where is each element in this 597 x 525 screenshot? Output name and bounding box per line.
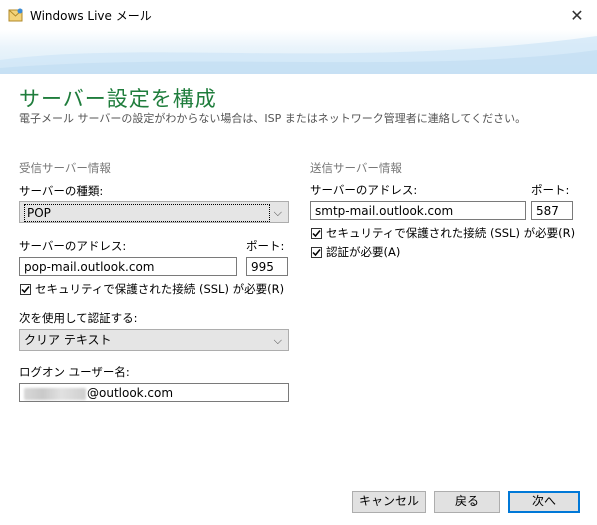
incoming-group-label: 受信サーバー情報 [19,161,111,175]
incoming-ssl-label: セキュリティで保護された接続 (SSL) が必要(R) [35,282,285,296]
auth-required-label: 認証が必要(A) [326,245,401,259]
page-title: サーバー設定を構成 [19,87,217,111]
window-title: Windows Live メール [30,9,152,23]
title-bar: Windows Live メール ✕ [0,0,597,30]
outgoing-address-label: サーバーのアドレス: [310,183,418,197]
close-icon: ✕ [570,5,584,25]
close-button[interactable]: ✕ [557,0,597,30]
page-subtitle: 電子メール サーバーの設定がわからない場合は、ISP またはネットワーク管理者に… [19,112,527,125]
checkbox-checked-icon [20,283,31,295]
auth-method-value: クリア テキスト [24,333,112,347]
redacted-username [24,387,86,400]
auth-required-checkbox[interactable]: 認証が必要(A) [311,244,400,260]
back-button[interactable]: 戻る [434,491,500,513]
outgoing-port-label: ポート: [531,183,570,197]
logon-username-input[interactable]: @outlook.com [19,383,289,402]
header-banner [0,30,597,74]
incoming-ssl-checkbox[interactable]: セキュリティで保護された接続 (SSL) が必要(R) [20,281,284,297]
chevron-down-icon: ⌵ [273,206,282,219]
cancel-button[interactable]: キャンセル [352,491,426,513]
dialog-window: Windows Live メール ✕ サーバー設定を構成 電子メール サーバーの… [0,0,597,525]
windows-live-mail-icon [8,7,24,23]
next-button[interactable]: 次へ [508,491,580,513]
auth-method-select[interactable]: クリア テキスト ⌵ [19,329,289,351]
outgoing-port-input[interactable]: 587 [531,201,573,220]
incoming-address-label: サーバーのアドレス: [19,239,127,253]
server-type-label: サーバーの種類: [19,184,104,198]
incoming-address-input[interactable]: pop-mail.outlook.com [19,257,237,276]
incoming-port-label: ポート: [246,239,285,253]
server-type-value: POP [24,204,270,222]
logon-username-value: @outlook.com [87,386,174,400]
incoming-port-input[interactable]: 995 [246,257,288,276]
auth-method-label: 次を使用して認証する: [19,311,138,325]
server-type-select[interactable]: POP ⌵ [19,201,289,223]
outgoing-address-input[interactable]: smtp-mail.outlook.com [310,201,526,220]
checkbox-checked-icon [311,246,322,258]
checkbox-checked-icon [311,227,322,239]
chevron-down-icon: ⌵ [273,334,282,347]
logon-username-label: ログオン ユーザー名: [19,365,130,379]
outgoing-group-label: 送信サーバー情報 [310,161,402,175]
outgoing-ssl-checkbox[interactable]: セキュリティで保護された接続 (SSL) が必要(R) [311,225,575,241]
outgoing-ssl-label: セキュリティで保護された接続 (SSL) が必要(R) [326,226,576,240]
